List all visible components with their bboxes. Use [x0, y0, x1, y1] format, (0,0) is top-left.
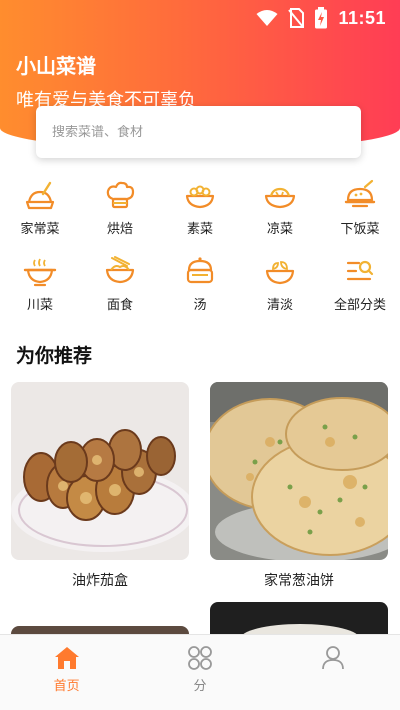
category-label: 川菜: [26, 298, 53, 313]
app-title: 小山菜谱: [16, 54, 96, 78]
category-vegetarian[interactable]: 素菜: [160, 172, 240, 238]
category-label: 烘焙: [106, 222, 133, 237]
light-dish-icon: [265, 261, 295, 285]
profile-icon: [322, 646, 345, 670]
battery-charging-icon: [314, 7, 328, 29]
status-bar: 11:51: [0, 0, 400, 36]
category-noodles[interactable]: 面食: [80, 248, 160, 314]
veg-bowl-icon: [185, 185, 215, 209]
hotpot-icon: [23, 258, 57, 287]
home-dish-icon: [25, 181, 55, 210]
category-label: 汤: [193, 298, 207, 313]
nav-category[interactable]: 分: [133, 635, 266, 710]
recipe-card[interactable]: 油炸茄盒: [11, 382, 189, 590]
category-cold-dish[interactable]: 凉菜: [240, 172, 320, 238]
rice-dish-icon: [344, 179, 376, 208]
all-categories-icon: [346, 260, 374, 281]
category-home-dish[interactable]: 家常菜: [0, 172, 80, 238]
category-label: 下饭菜: [340, 222, 380, 237]
nav-home[interactable]: 首页: [0, 635, 133, 710]
category-sichuan[interactable]: 川菜: [0, 248, 80, 314]
no-sim-icon: [288, 8, 305, 28]
search-box[interactable]: [36, 106, 361, 158]
category-baking[interactable]: 烘焙: [80, 172, 160, 238]
nav-label: 首页: [53, 679, 80, 694]
search-input[interactable]: [52, 124, 342, 140]
recipe-image: [210, 382, 388, 560]
recipe-caption: 家常葱油饼: [264, 573, 334, 589]
category-label: 全部分类: [333, 298, 386, 313]
category-grid-icon: [188, 646, 212, 670]
category-label: 清淡: [266, 298, 293, 313]
cold-dish-icon: [264, 187, 296, 209]
nav-profile[interactable]: [267, 635, 400, 710]
category-all[interactable]: 全部分类: [320, 248, 400, 314]
recipe-card[interactable]: 家常葱油饼: [210, 382, 388, 590]
chef-hat-icon: [106, 181, 135, 209]
soup-pot-icon: [186, 257, 214, 284]
category-soup[interactable]: 汤: [160, 248, 240, 314]
recipe-caption: 油炸茄盒: [72, 573, 128, 589]
category-rice-dish[interactable]: 下饭菜: [320, 172, 400, 238]
category-label: 凉菜: [266, 222, 293, 237]
category-label: 面食: [106, 298, 133, 313]
wifi-icon: [256, 9, 278, 27]
nav-label: 分: [193, 679, 207, 694]
status-time: 11:51: [338, 7, 386, 28]
bottom-nav: 首页 分: [0, 634, 400, 710]
recipe-image: [11, 382, 189, 560]
category-grid: 家常菜 烘焙 素菜 凉菜 下饭菜 川菜 面食 汤 清淡 全部分类: [0, 172, 400, 314]
category-light[interactable]: 清淡: [240, 248, 320, 314]
home-icon: [54, 647, 79, 669]
category-label: 素菜: [186, 222, 213, 237]
category-label: 家常菜: [20, 222, 60, 237]
noodle-bowl-icon: [105, 256, 135, 284]
section-title-recommend: 为你推荐: [16, 345, 93, 367]
recipe-card-partial[interactable]: [210, 602, 388, 636]
